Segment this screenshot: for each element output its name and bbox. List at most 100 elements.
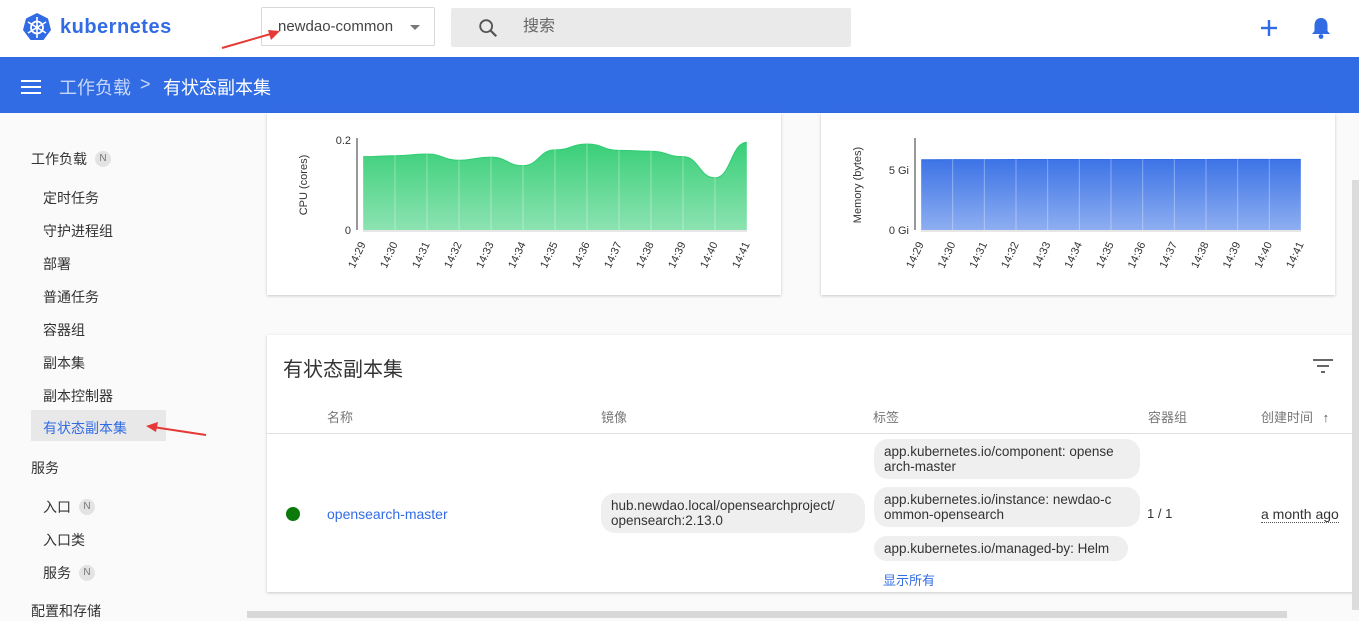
filter-list-icon[interactable] [1313, 358, 1333, 374]
x-tick-label: 14:37 [1158, 240, 1181, 270]
kubernetes-logo[interactable]: kubernetes [22, 12, 172, 42]
breadcrumb-workloads[interactable]: 工作负载 [59, 74, 131, 100]
sidebar-item-pods[interactable]: 容器组 [43, 320, 85, 340]
column-header-pods: 容器组 [1148, 407, 1187, 426]
search-icon [477, 17, 499, 39]
sidebar-item-services[interactable]: 服务 N [43, 563, 95, 583]
label-chip-line: arch-master [884, 459, 1130, 474]
sidebar-item-replicationcontrollers[interactable]: 副本控制器 [43, 386, 113, 406]
x-tick-label: 14:34 [506, 240, 529, 270]
breadcrumb-current: 有状态副本集 [163, 74, 271, 100]
image-chip-line: hub.newdao.local/opensearchproject/ [611, 498, 855, 513]
image-chip: hub.newdao.local/opensearchproject/ open… [601, 493, 865, 533]
sidebar-item-label: 服务 [43, 563, 71, 583]
logo-text: kubernetes [60, 16, 172, 39]
search-input[interactable] [523, 16, 823, 38]
label-chip: app.kubernetes.io/managed-by: Helm [874, 536, 1128, 561]
sidebar-section-config-storage[interactable]: 配置和存储 [31, 601, 101, 621]
notifications-bell-icon[interactable] [1310, 16, 1332, 40]
table-title: 有状态副本集 [283, 353, 403, 382]
x-tick-label: 14:35 [538, 240, 561, 270]
sidebar-item-deployments[interactable]: 部署 [43, 254, 71, 274]
label-chip-line: app.kubernetes.io/component: opense [884, 444, 1130, 459]
x-tick-label: 14:33 [474, 240, 497, 270]
memory-usage-chart: 0 Gi 5 Gi 14:29 14:30 14:31 14:32 14:33 14:34 14… [821, 113, 1335, 295]
label-chip: app.kubernetes.io/component: opense arch… [874, 439, 1140, 479]
x-tick-label: 14:37 [602, 240, 625, 270]
x-tick-label: 14:41 [1284, 240, 1307, 270]
cpu-usage-chart: 0 0.2 14:29 14:30 14:31 14:32 14:33 14:34 14:35 1… [267, 113, 781, 295]
x-tick-label: 14:29 [904, 240, 927, 270]
x-tick-label: 14:38 [634, 240, 657, 270]
x-tick-label: 14:39 [1221, 240, 1244, 270]
column-header-image: 镜像 [601, 407, 627, 426]
x-tick-label: 14:36 [570, 240, 593, 270]
image-chip-line: opensearch:2.13.0 [611, 513, 855, 528]
statefulsets-table-card: 有状态副本集 名称 镜像 标签 容器组 创建时间 ↑ opensearch-ma… [267, 335, 1359, 592]
x-tick-label: 14:34 [1063, 240, 1086, 270]
search-bar[interactable] [451, 8, 851, 47]
sidebar-item-jobs[interactable]: 普通任务 [43, 287, 99, 307]
breadcrumb-separator: > [140, 74, 151, 95]
sidebar-item-ingressclasses[interactable]: 入口类 [43, 530, 85, 550]
sidebar-item-replicasets[interactable]: 副本集 [43, 353, 85, 373]
hamburger-menu-icon[interactable] [21, 79, 41, 95]
column-header-created-label: 创建时间 [1261, 410, 1313, 425]
pods-count: 1 / 1 [1147, 506, 1172, 521]
x-tick-label: 14:41 [730, 240, 753, 270]
x-tick-label: 14:40 [1253, 240, 1276, 270]
x-tick-label: 14:30 [936, 240, 959, 270]
status-running-icon [286, 507, 300, 521]
top-bar: kubernetes newdao-common [0, 0, 1359, 57]
column-header-name[interactable]: 名称 [327, 407, 353, 426]
sidebar-section-services[interactable]: 服务 [31, 458, 59, 478]
cpu-usage-card: 0 0.2 14:29 14:30 14:31 14:32 14:33 14:34 14:35 1… [267, 113, 781, 295]
x-tick-label: 14:31 [410, 240, 433, 270]
sidebar-item-label: 有状态副本集 [43, 418, 127, 438]
x-tick-label: 14:30 [378, 240, 401, 270]
sidebar-item-label: 入口 [43, 497, 71, 517]
header-divider [267, 433, 1359, 434]
sidebar-section-workloads[interactable]: 工作负载 N [31, 149, 111, 169]
memory-usage-card: 0 Gi 5 Gi 14:29 14:30 14:31 14:32 14:33 14:34 14… [821, 113, 1335, 295]
y-tick-label: 0.2 [336, 135, 351, 147]
sidebar-section-label: 工作负载 [31, 149, 87, 169]
sidebar-item-daemonsets[interactable]: 守护进程组 [43, 221, 113, 241]
sidebar: 工作负载 N 定时任务 守护进程组 部署 普通任务 容器组 副本集 副本控制器 … [0, 113, 247, 618]
column-header-labels: 标签 [873, 407, 899, 426]
label-chip-line: ommon-opensearch [884, 507, 1130, 522]
create-plus-icon[interactable] [1258, 17, 1280, 39]
namespaced-badge: N [79, 565, 95, 581]
y-tick-label: 5 Gi [889, 165, 909, 177]
namespaced-badge: N [95, 151, 111, 167]
sidebar-item-cronjobs[interactable]: 定时任务 [43, 188, 99, 208]
namespace-selector[interactable]: newdao-common [261, 7, 435, 46]
vertical-scrollbar[interactable] [1352, 180, 1359, 610]
x-tick-label: 14:32 [442, 240, 465, 270]
sort-ascending-icon: ↑ [1323, 410, 1330, 425]
x-tick-label: 14:38 [1189, 240, 1212, 270]
y-tick-label: 0 Gi [889, 225, 909, 237]
y-axis-label: CPU (cores) [298, 155, 310, 216]
statefulset-name-link[interactable]: opensearch-master [327, 506, 448, 522]
column-header-created[interactable]: 创建时间 ↑ [1261, 407, 1329, 426]
x-tick-label: 14:33 [1031, 240, 1054, 270]
label-chip: app.kubernetes.io/instance: newdao-c omm… [874, 487, 1140, 527]
sidebar-item-statefulsets[interactable]: 有状态副本集 [31, 410, 166, 441]
x-tick-label: 14:35 [1094, 240, 1117, 270]
sidebar-item-ingresses[interactable]: 入口 N [43, 497, 95, 517]
horizontal-scrollbar[interactable] [247, 611, 1287, 618]
namespace-value: newdao-common [278, 18, 393, 35]
y-tick-label: 0 [345, 225, 351, 237]
x-tick-label: 14:32 [999, 240, 1022, 270]
x-tick-label: 14:31 [968, 240, 991, 270]
show-all-labels-link[interactable]: 显示所有 [883, 570, 935, 589]
x-tick-label: 14:29 [346, 240, 369, 270]
breadcrumb-bar: 工作负载 > 有状态副本集 [0, 57, 1359, 113]
x-tick-label: 14:36 [1126, 240, 1149, 270]
x-tick-label: 14:40 [698, 240, 721, 270]
kubernetes-wheel-icon [22, 12, 52, 42]
created-time: a month ago [1261, 506, 1339, 523]
label-chip-line: app.kubernetes.io/instance: newdao-c [884, 492, 1130, 507]
dropdown-caret-icon [410, 25, 420, 30]
